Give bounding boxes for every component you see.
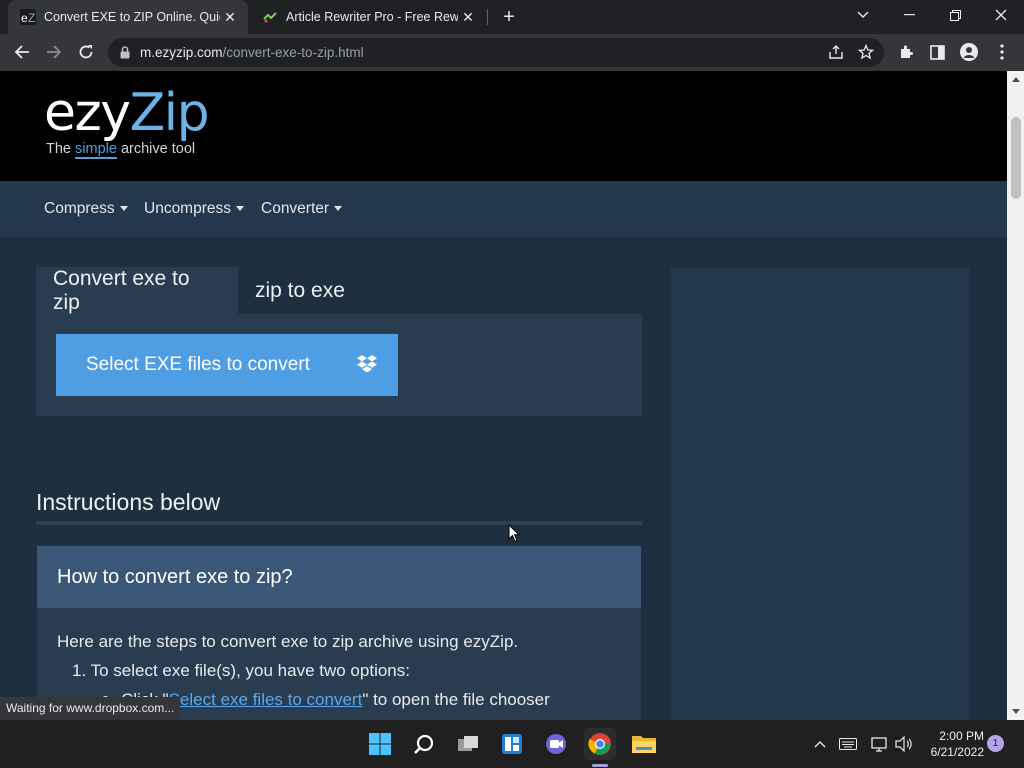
tab-zip-to-exe[interactable]: zip to exe [238, 267, 362, 315]
file-explorer-icon[interactable] [628, 728, 660, 760]
page-viewport: ezyZip The simple archive tool Compress … [0, 71, 1007, 720]
system-clock[interactable]: 2:00 PM 6/21/2022 [920, 728, 984, 760]
scroll-up-icon[interactable] [1007, 71, 1024, 88]
select-exe-files-button[interactable]: Select EXE files to convert [56, 334, 398, 396]
how-to-card: How to convert exe to zip? Here are the … [37, 546, 641, 720]
sidebar-ad-box [670, 268, 970, 720]
logo-tagline: The simple archive tool [46, 141, 196, 159]
reload-icon[interactable] [71, 37, 101, 67]
clock-date: 6/21/2022 [930, 745, 984, 759]
chrome-taskbar-icon[interactable] [584, 728, 616, 760]
logo-wordmark: ezyZip [44, 83, 210, 143]
close-tab-icon[interactable]: ✕ [220, 7, 240, 27]
caret-down-icon [334, 205, 343, 211]
mouse-cursor-icon [508, 523, 521, 548]
share-icon[interactable] [828, 44, 844, 65]
tab-separator [487, 9, 488, 25]
bookmark-star-icon[interactable] [857, 43, 875, 65]
caret-down-icon [236, 205, 244, 211]
ezyzip-logo[interactable]: ezyZip The simple archive tool [44, 83, 210, 159]
restore-icon[interactable] [932, 0, 978, 30]
svg-text:Z: Z [28, 11, 35, 25]
page-scrollbar[interactable] [1007, 71, 1024, 720]
browser-tab-strip: eZ Convert EXE to ZIP Online. Quick ✕ Ar… [0, 0, 1024, 34]
upload-panel: Select EXE files to convert [36, 314, 642, 416]
nav-uncompress[interactable]: Uncompress [144, 181, 244, 237]
lock-icon[interactable] [120, 46, 130, 59]
dropbox-icon[interactable] [356, 354, 378, 380]
url-host: m.ezyzip.com [140, 45, 223, 60]
extensions-icon[interactable] [891, 37, 921, 67]
profile-avatar-icon[interactable] [954, 37, 984, 67]
minimize-icon[interactable] [886, 0, 932, 30]
main-content: Convert exe to zip zip to exe Select EXE… [0, 237, 1007, 720]
site-navbar: Compress Uncompress Converter [0, 181, 1007, 237]
browser-toolbar: m.ezyzip.com/convert-exe-to-zip.html [0, 34, 1024, 71]
back-icon[interactable] [7, 37, 37, 67]
address-bar[interactable]: m.ezyzip.com/convert-exe-to-zip.html [108, 38, 884, 67]
tab-title: Article Rewriter Pro - Free Rewrite [286, 10, 458, 24]
widgets-icon[interactable] [496, 728, 528, 760]
notification-badge[interactable]: 1 [987, 735, 1004, 752]
network-icon[interactable] [870, 734, 890, 754]
search-icon[interactable] [408, 728, 440, 760]
clock-time: 2:00 PM [939, 729, 984, 743]
close-tab-icon[interactable]: ✕ [458, 7, 478, 27]
intro-text: Here are the steps to convert exe to zip… [57, 632, 519, 651]
select-button-label: Select EXE files to convert [86, 354, 310, 375]
scrollbar-thumb[interactable] [1011, 117, 1021, 199]
instructions-heading: Instructions below [36, 489, 221, 515]
windows-start-icon[interactable] [364, 728, 396, 760]
heading-divider [36, 521, 642, 525]
new-tab-icon[interactable]: + [498, 6, 520, 28]
card-title: How to convert exe to zip? [37, 546, 641, 608]
caret-down-icon [119, 205, 128, 211]
keyboard-icon[interactable] [838, 734, 858, 754]
tab-convert-exe-to-zip[interactable]: eZ Convert EXE to ZIP Online. Quick ✕ [8, 0, 248, 34]
active-app-indicator [592, 764, 608, 767]
status-bubble: Waiting for www.dropbox.com... [0, 697, 181, 720]
windows-taskbar: 2:00 PM 6/21/2022 1 [0, 720, 1024, 768]
tab-search-icon[interactable] [840, 0, 886, 30]
close-window-icon[interactable] [978, 0, 1024, 30]
menu-kebab-icon[interactable] [987, 37, 1017, 67]
tab-title: Convert EXE to ZIP Online. Quick [44, 10, 220, 24]
site-header: ezyZip The simple archive tool [0, 71, 1007, 181]
chevron-up-icon[interactable] [810, 734, 830, 754]
url-path: /convert-exe-to-zip.html [222, 45, 364, 60]
side-panel-icon[interactable] [922, 37, 952, 67]
forward-icon[interactable] [39, 37, 69, 67]
tab-convert-exe-to-zip-active[interactable]: Convert exe to zip [36, 267, 238, 315]
select-files-link[interactable]: Select exe files to convert [169, 690, 363, 709]
nav-converter[interactable]: Converter [261, 181, 343, 237]
step-1-text: 1. To select exe file(s), you have two o… [72, 661, 410, 680]
tab-article-rewriter[interactable]: Article Rewriter Pro - Free Rewrite ✕ [250, 0, 486, 34]
task-view-icon[interactable] [452, 728, 484, 760]
teams-chat-icon[interactable] [540, 728, 572, 760]
ezyzip-favicon-icon: eZ [20, 9, 36, 25]
svg-text:e: e [21, 11, 28, 25]
volume-icon[interactable] [894, 734, 914, 754]
url-text: m.ezyzip.com/convert-exe-to-zip.html [140, 45, 364, 60]
nav-compress[interactable]: Compress [44, 181, 128, 237]
article-rewriter-favicon-icon [262, 9, 278, 25]
scroll-down-icon[interactable] [1007, 703, 1024, 720]
